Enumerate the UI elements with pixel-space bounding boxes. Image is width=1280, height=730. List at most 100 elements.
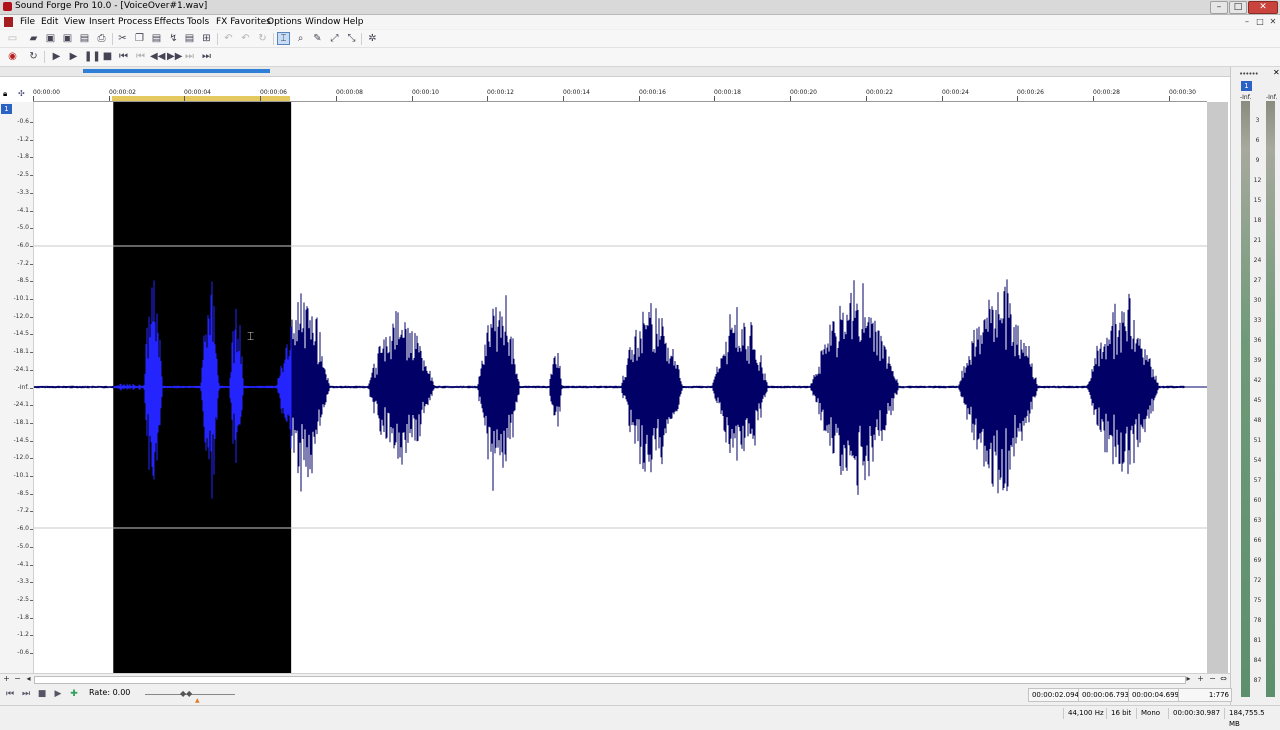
scroll-right-icon[interactable]: ▸ [1184, 674, 1193, 684]
level-tick [30, 458, 33, 459]
menu-help[interactable]: Help [341, 16, 366, 28]
doc-close-button[interactable]: ✕ [1268, 17, 1278, 27]
ruler-tick [260, 96, 261, 101]
menu-view[interactable]: View [62, 16, 87, 28]
level-tick [30, 175, 33, 176]
save-as-icon[interactable]: ▣ [61, 32, 74, 45]
menu-window[interactable]: Window [303, 16, 343, 28]
zoom-out-level-button[interactable]: − [1208, 674, 1217, 684]
level-label: -0.6 [17, 118, 29, 125]
edit-tool-icon[interactable]: ⌶ [277, 32, 290, 45]
go-to-start-icon[interactable]: ⏮ [4, 688, 16, 700]
open-icon[interactable]: ▰ [27, 32, 40, 45]
selection-start[interactable]: 00:00:02.094 [1028, 688, 1082, 702]
undo-icon[interactable]: ↶ [239, 32, 252, 45]
meter-channel-badge: 1 [1241, 81, 1252, 91]
status-sample-rate[interactable]: 44,100 Hz [1063, 708, 1108, 719]
record-icon[interactable]: ◉ [6, 50, 19, 63]
go-to-start-icon[interactable]: ⏮ [117, 50, 130, 63]
selection-end[interactable]: 00:00:06.793 [1078, 688, 1132, 702]
copy-icon[interactable]: ❐ [133, 32, 146, 45]
render-icon[interactable]: ▤ [78, 32, 91, 45]
menu-process[interactable]: Process [116, 16, 154, 28]
horizontal-scrollbar[interactable]: + − ◂ ▸ + − ⇔ [0, 673, 1230, 685]
ruler-tick [184, 96, 185, 101]
meter-scale-label: 33 [1253, 317, 1262, 324]
scroll-left-icon[interactable]: ◂ [24, 674, 33, 684]
ruler-label: 00:00:30 [1169, 89, 1196, 96]
waveform-display[interactable]: ⌶ [34, 102, 1207, 673]
menu-file[interactable]: File [18, 16, 37, 28]
event-tool-icon[interactable]: ⤡ [345, 32, 358, 45]
previous-marker-icon[interactable]: ⏮ [134, 50, 147, 63]
trim-icon[interactable]: ↶ [222, 32, 235, 45]
meter-scale-label: 60 [1253, 497, 1262, 504]
ruler-label: 00:00:14 [563, 89, 590, 96]
crop-icon[interactable]: ⊞ [200, 32, 213, 45]
rate-label: Rate: 0.00 [89, 688, 131, 697]
maximize-button[interactable]: □ [1229, 1, 1247, 14]
doc-restore-button[interactable]: □ [1255, 17, 1265, 27]
doc-minimize-button[interactable]: – [1242, 17, 1252, 27]
next-marker-icon[interactable]: ⏭ [183, 50, 196, 63]
overview-bar[interactable] [0, 67, 1230, 77]
paste-special-icon[interactable]: ↯ [167, 32, 180, 45]
magnify-tool-icon[interactable]: ⌕ [294, 32, 307, 45]
level-label: -12.0 [13, 454, 29, 461]
ruler-label: 00:00:00 [33, 89, 60, 96]
go-to-end-icon[interactable]: ⏭ [200, 50, 213, 63]
loop-icon[interactable]: ↻ [27, 50, 40, 63]
panel-grip[interactable]: •••••• [1239, 70, 1259, 78]
rewind-icon[interactable]: ◀◀ [150, 50, 165, 63]
window-title: Sound Forge Pro 10.0 - [VoiceOver#1.wav] [15, 1, 208, 11]
menu-insert[interactable]: Insert [87, 16, 117, 28]
mix-icon[interactable]: ▤ [183, 32, 196, 45]
waveform-svg[interactable]: ⌶ [34, 102, 1207, 673]
stop-icon[interactable]: ■ [101, 50, 114, 63]
play-all-icon[interactable]: ▶ [50, 50, 63, 63]
meter-close-button[interactable]: ✕ [1273, 68, 1280, 77]
new-icon[interactable]: ▭ [6, 32, 19, 45]
zoom-in-level-button[interactable]: + [1196, 674, 1205, 684]
close-button[interactable]: ✕ [1248, 1, 1278, 14]
menu-effects[interactable]: Effects [152, 16, 187, 28]
cut-icon[interactable]: ✂ [116, 32, 129, 45]
zoom-in-time-button[interactable]: + [2, 674, 11, 684]
stop-icon[interactable]: ■ [36, 688, 48, 700]
rate-slider-thumb[interactable]: ◆◆ [180, 689, 196, 699]
zoom-fit-icon[interactable]: ⇔ [1219, 674, 1228, 684]
menu-options[interactable]: Options [265, 16, 304, 28]
ruler-tick [1017, 96, 1018, 101]
print-icon[interactable]: ⎙ [95, 32, 108, 45]
snap-icon[interactable]: ✣ [18, 89, 25, 98]
forward-icon[interactable]: ▶▶ [167, 50, 182, 63]
go-to-end-icon[interactable]: ⏭ [20, 688, 32, 700]
menu-tools[interactable]: Tools [185, 16, 211, 28]
zoom-out-time-button[interactable]: − [13, 674, 22, 684]
status-channels[interactable]: Mono [1136, 708, 1164, 719]
play-icon[interactable]: ▶ [52, 688, 64, 700]
ruler-label: 00:00:12 [487, 89, 514, 96]
play-icon[interactable]: ▶ [67, 50, 80, 63]
selection-length[interactable]: 00:00:04.699 [1128, 688, 1182, 702]
save-icon[interactable]: ▣ [44, 32, 57, 45]
paste-icon[interactable]: ▤ [150, 32, 163, 45]
play-plus-icon[interactable]: ✚ [68, 688, 80, 700]
pause-icon[interactable]: ❚❚ [84, 50, 101, 63]
time-ruler[interactable]: 00:00:00 00:00:02 00:00:04 00:00:06 00:00:08… [33, 89, 1207, 102]
channel-number-badge[interactable]: 1 [1, 104, 12, 114]
scroll-track[interactable] [34, 676, 1186, 684]
overview-view-indicator[interactable] [83, 69, 270, 73]
level-meter-right [1266, 101, 1275, 697]
auto-snap-icon[interactable]: ✲ [366, 32, 379, 45]
zoom-ratio[interactable]: 1:776 [1178, 688, 1232, 702]
vertical-scrollbar[interactable] [1207, 102, 1228, 673]
menu-edit[interactable]: Edit [39, 16, 60, 28]
selection-marker[interactable] [112, 96, 290, 101]
lock-icon[interactable]: 🔒︎ [3, 89, 7, 99]
pencil-tool-icon[interactable]: ✎ [311, 32, 324, 45]
status-bit-depth[interactable]: 16 bit [1106, 708, 1135, 719]
envelope-tool-icon[interactable]: ⤢ [328, 32, 341, 45]
redo-icon[interactable]: ↻ [256, 32, 269, 45]
minimize-button[interactable]: – [1210, 1, 1228, 14]
